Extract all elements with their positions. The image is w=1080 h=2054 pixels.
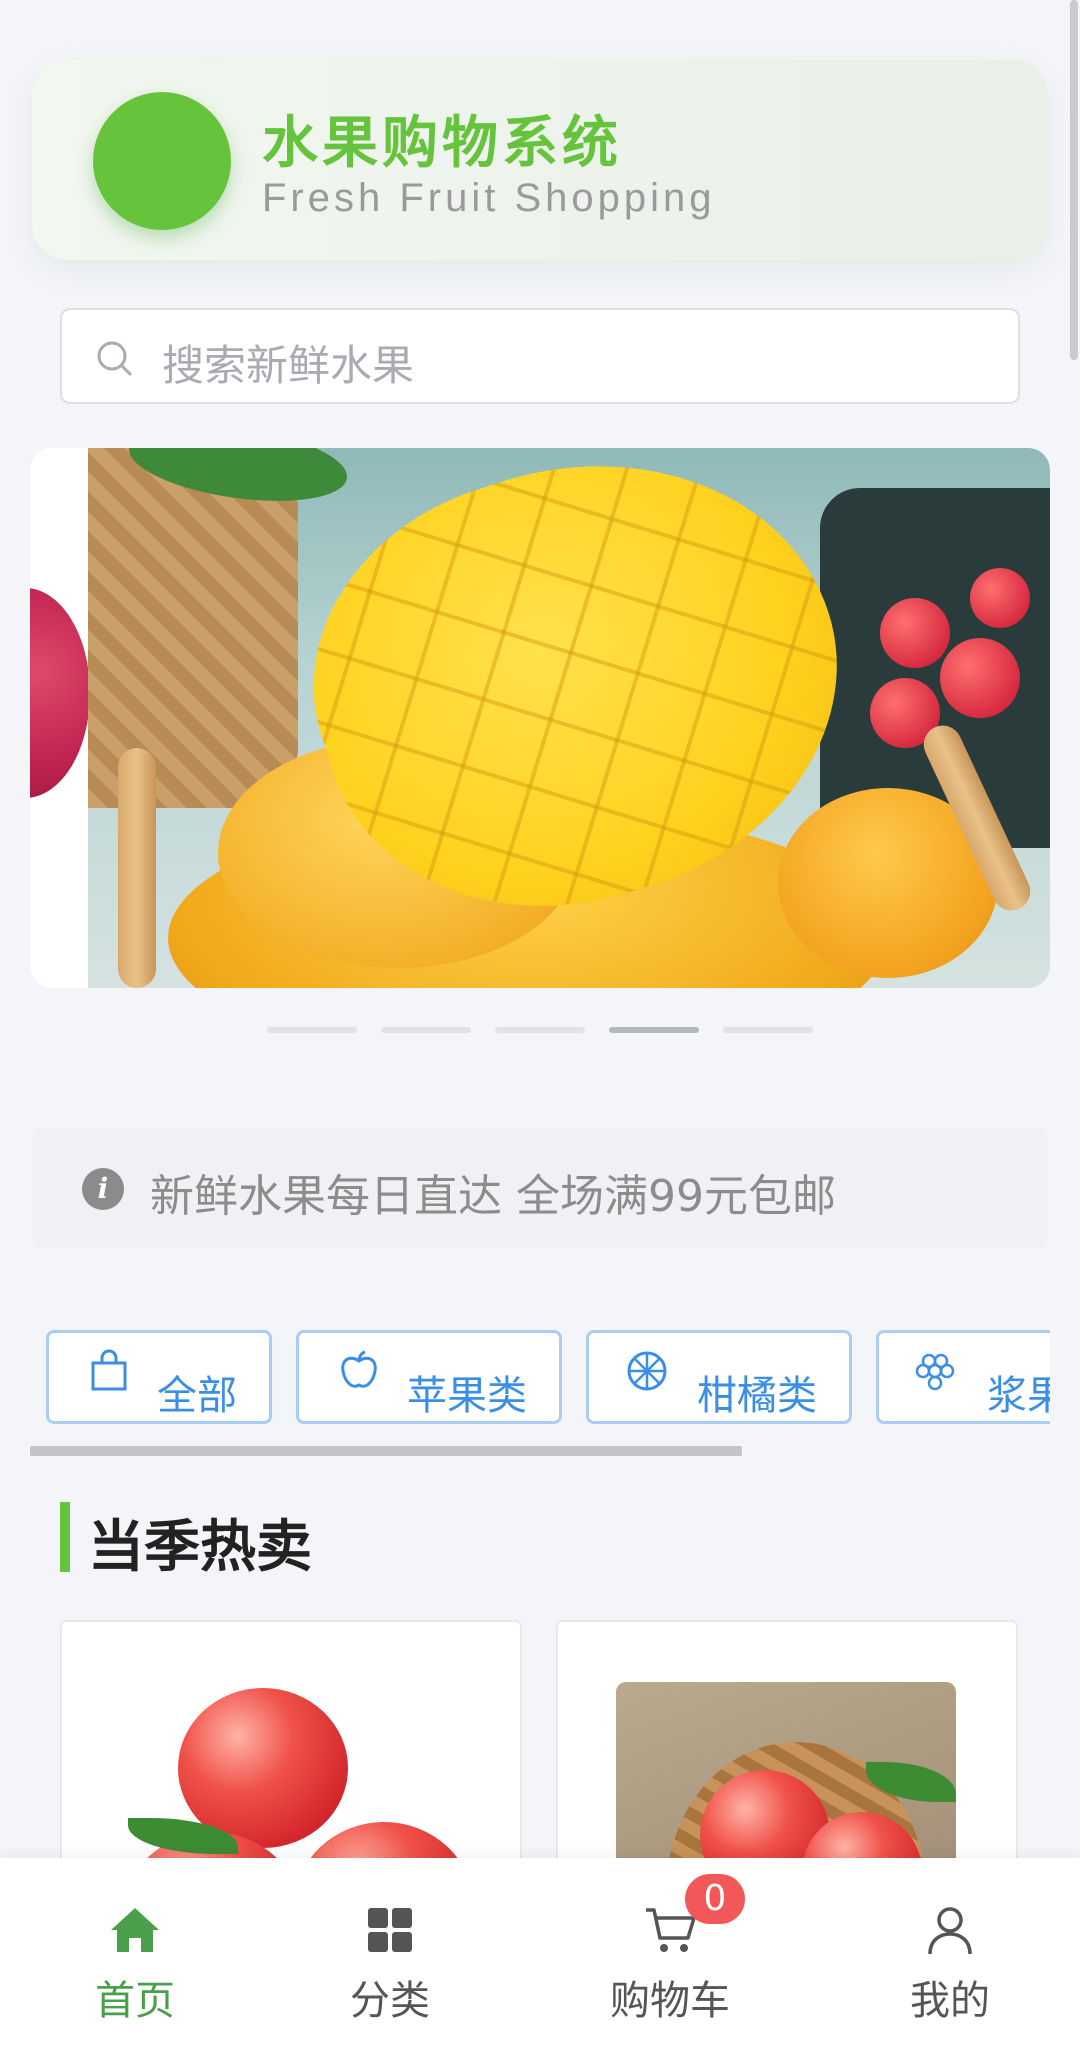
category-label: 浆果: [987, 1373, 1050, 1419]
category-berry-button[interactable]: 浆果: [876, 1330, 1050, 1424]
tab-label: 分类: [350, 1978, 430, 2024]
berry-image: [30, 588, 90, 798]
category-label: 全部: [157, 1373, 237, 1419]
tab-label: 我的: [910, 1978, 990, 2024]
grape-icon: [915, 1353, 955, 1391]
tab-label: 购物车: [610, 1978, 730, 2024]
carousel-dot-3[interactable]: [495, 1027, 585, 1033]
category-icon: [368, 1908, 412, 1952]
carousel-dot-2[interactable]: [381, 1027, 471, 1033]
search-input[interactable]: 搜索新鲜水果: [60, 308, 1020, 404]
shopping-bag-icon: [91, 1349, 127, 1391]
info-icon: i: [82, 1168, 124, 1210]
carousel-dot-1[interactable]: [267, 1027, 357, 1033]
banner-carousel[interactable]: [30, 448, 1050, 988]
page-scrollbar[interactable]: [1068, 0, 1080, 2054]
category-label: 苹果类: [407, 1373, 527, 1419]
tab-profile[interactable]: 我的: [815, 1858, 1080, 2054]
basket-handle: [118, 748, 156, 988]
basket-image: [88, 448, 298, 808]
category-citrus-button[interactable]: 柑橘类: [586, 1330, 852, 1424]
bottom-tab-bar: 首页 分类 0 购物车 我的: [0, 1858, 1080, 2054]
notice-bar: i 新鲜水果每日直达 全场满99元包邮: [32, 1128, 1048, 1248]
citrus-icon: [627, 1351, 667, 1391]
apple-icon: [341, 1350, 377, 1388]
tab-category[interactable]: 分类: [255, 1858, 525, 2054]
category-all-button[interactable]: 全部: [46, 1330, 272, 1424]
tab-label: 首页: [95, 1978, 175, 2024]
category-scrollbar[interactable]: [30, 1446, 742, 1456]
search-placeholder: 搜索新鲜水果: [162, 341, 415, 390]
home-icon: [111, 1908, 159, 1952]
carousel-dot-4[interactable]: [609, 1027, 699, 1033]
category-label: 柑橘类: [697, 1373, 817, 1419]
banner-slide-mango[interactable]: [88, 448, 1050, 988]
section-title: 当季热卖: [88, 1515, 312, 1580]
notice-text: 新鲜水果每日直达 全场满99元包邮: [150, 1171, 836, 1222]
category-apple-button[interactable]: 苹果类: [296, 1330, 562, 1424]
logo: [93, 92, 231, 230]
page-scrollbar-thumb[interactable]: [1070, 0, 1078, 360]
section-accent-bar: [60, 1502, 70, 1572]
banner-previous-slide: [30, 448, 90, 988]
carousel-dot-5[interactable]: [723, 1027, 813, 1033]
search-icon: [97, 341, 132, 376]
user-icon: [928, 1907, 972, 1955]
category-strip[interactable]: 全部 苹果类 柑橘类 浆果: [30, 1328, 1050, 1448]
cart-badge: 0: [685, 1874, 745, 1924]
app-subtitle: Fresh Fruit Shopping: [262, 176, 716, 220]
tab-cart[interactable]: 0 购物车: [535, 1858, 805, 2054]
app-title: 水果购物系统: [262, 111, 622, 176]
tab-home[interactable]: 首页: [0, 1858, 270, 2054]
